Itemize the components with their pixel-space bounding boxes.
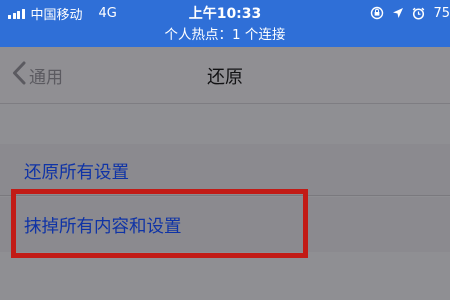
rotation-lock-icon <box>370 6 384 20</box>
page-title: 还原 <box>207 67 243 88</box>
status-bar: 中国移动 4G 上午10:33 75 <box>0 0 450 27</box>
battery-label: 75 <box>433 5 450 21</box>
highlight-annotation-box <box>11 189 308 258</box>
reset-all-settings-label: 还原所有设置 <box>24 163 129 183</box>
alarm-icon <box>412 7 425 20</box>
status-right: 75 <box>370 4 450 22</box>
location-icon <box>392 7 404 19</box>
hotspot-banner[interactable]: 个人热点：1 个连接 <box>0 27 450 47</box>
navigation-bar: 通用 还原 <box>0 47 450 104</box>
